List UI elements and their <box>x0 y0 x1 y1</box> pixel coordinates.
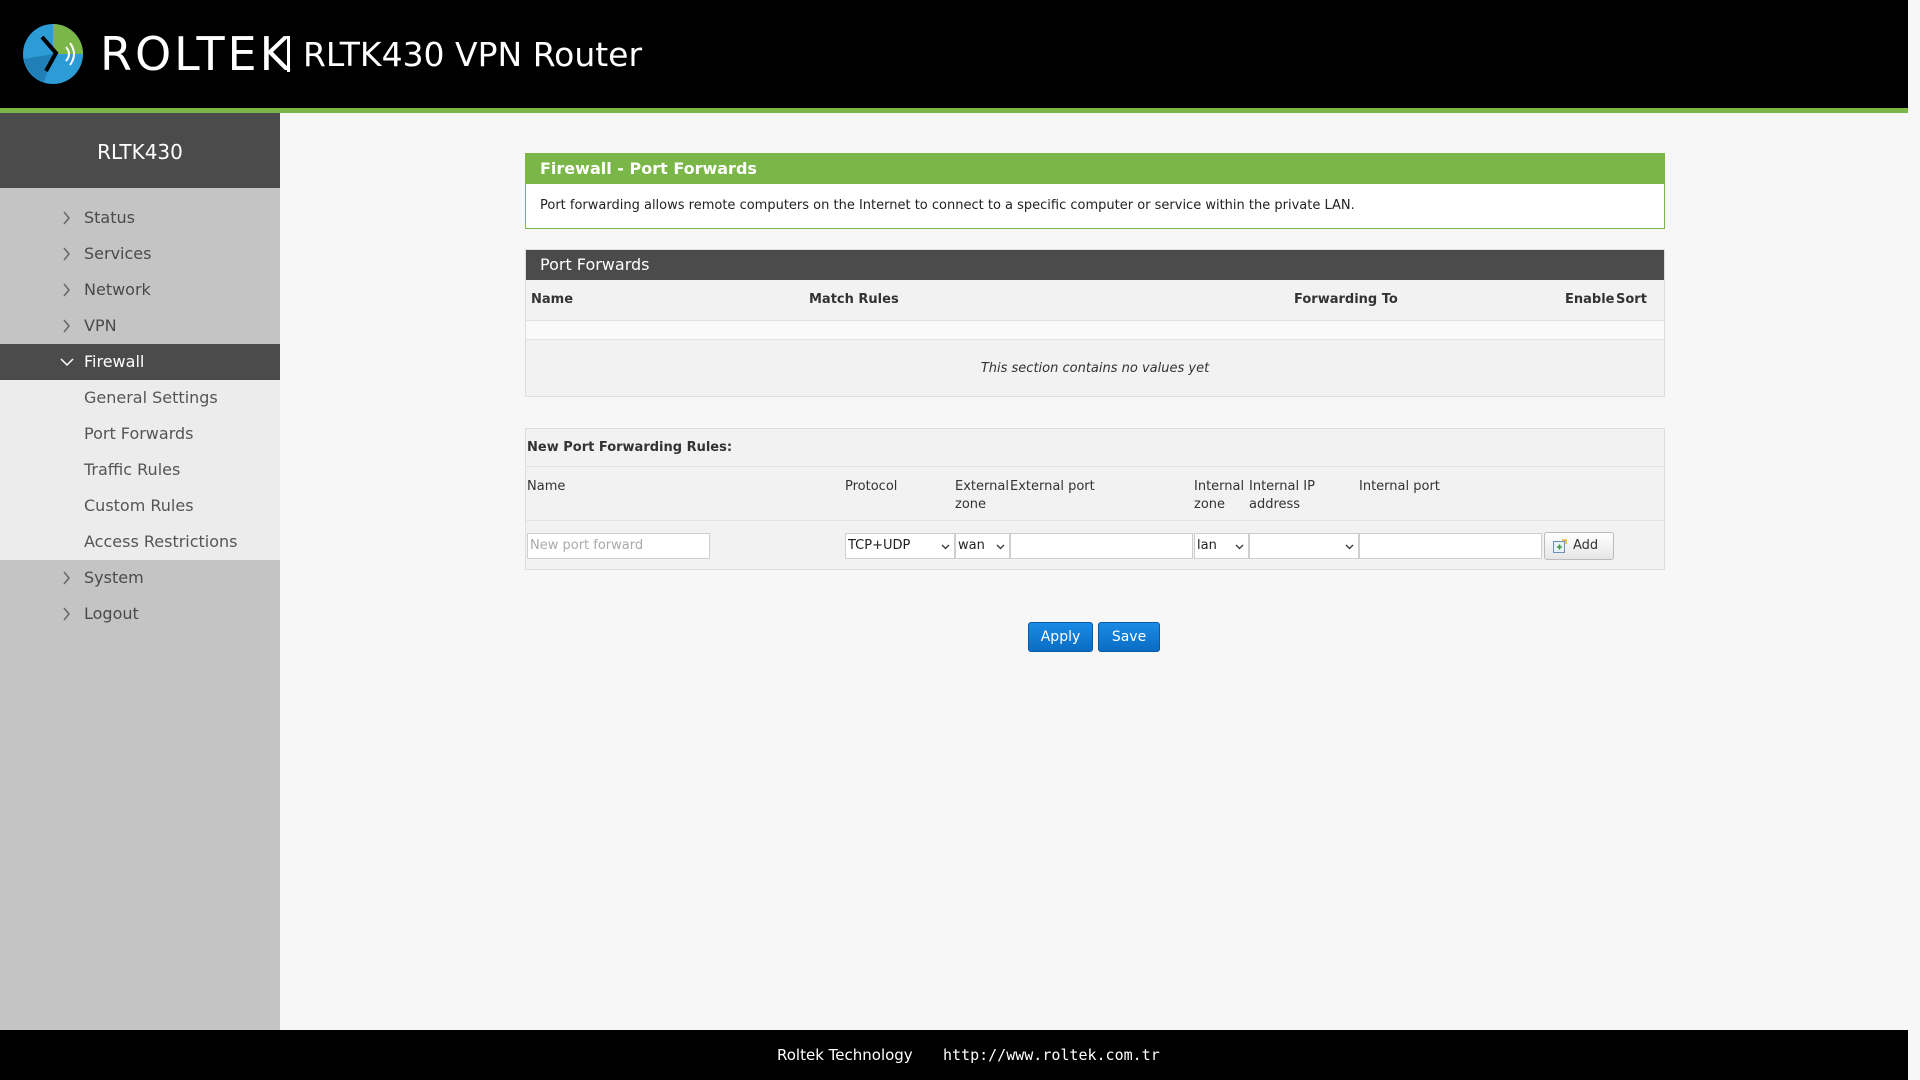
new-col-internal-port: Internal port <box>1359 479 1440 494</box>
protocol-select[interactable]: TCP+UDP <box>845 533 955 559</box>
protocol-value: TCP+UDP <box>848 538 911 553</box>
add-rule-button[interactable]: Add <box>1544 532 1614 560</box>
rule-name-input[interactable]: New port forward <box>527 533 710 559</box>
sidebar-item-system[interactable]: System <box>0 560 280 596</box>
sidebar-item-network[interactable]: Network <box>0 272 280 308</box>
sidebar-item-label: System <box>84 568 144 587</box>
new-rule-title: New Port Forwarding Rules: <box>526 429 1664 467</box>
save-button[interactable]: Save <box>1098 622 1160 652</box>
chevron-down-icon <box>941 544 950 550</box>
table-header-row: Name Match Rules Forwarding To Enable So… <box>526 280 1664 320</box>
table-row <box>526 320 1664 340</box>
sidebar-subitem-custom-rules[interactable]: Custom Rules <box>0 488 280 524</box>
sidebar-item-firewall[interactable]: Firewall <box>0 344 280 380</box>
sidebar-item-label: Status <box>84 208 135 227</box>
empty-table-message: This section contains no values yet <box>980 361 1210 376</box>
chevron-right-icon <box>63 283 70 297</box>
column-header-sort: Sort <box>1616 292 1647 307</box>
add-button-label: Add <box>1573 538 1599 553</box>
chevron-right-icon <box>63 607 70 621</box>
add-document-icon <box>1553 539 1567 553</box>
sidebar-item-logout[interactable]: Logout <box>0 596 280 632</box>
table-title: Port Forwards <box>526 250 1664 280</box>
new-col-internal-ip: Internal IP address <box>1249 479 1315 512</box>
chevron-down-icon <box>1235 544 1244 550</box>
sidebar-item-services[interactable]: Services <box>0 236 280 272</box>
external-zone-select[interactable]: wan <box>955 533 1010 559</box>
brand-separator <box>287 36 290 72</box>
sidebar-item-label: Logout <box>84 604 139 623</box>
chevron-right-icon <box>63 247 70 261</box>
external-port-input[interactable] <box>1010 533 1193 559</box>
chevron-right-icon <box>63 211 70 225</box>
chevron-down-icon <box>1345 544 1354 550</box>
sidebar-title: RLTK430 <box>0 113 280 188</box>
sidebar-item-vpn[interactable]: VPN <box>0 308 280 344</box>
footer: Roltek Technology http://www.roltek.com.… <box>0 1030 1908 1080</box>
internal-ip-select[interactable] <box>1249 533 1359 559</box>
chevron-right-icon <box>63 319 70 333</box>
sidebar: RLTK430 Status Services Network VPN Fire… <box>0 113 280 1030</box>
sidebar-item-label: Network <box>84 280 151 299</box>
new-rule-input-row: New port forward TCP+UDP wan lan Add <box>526 521 1664 569</box>
chevron-right-icon <box>63 571 70 585</box>
chevron-down-icon <box>996 544 1005 550</box>
sidebar-subitem-general-settings[interactable]: General Settings <box>0 380 280 416</box>
new-col-internal-zone: Internal zone <box>1194 479 1245 512</box>
top-header: ROLTEK RLTK430 VPN Router <box>0 0 1908 108</box>
new-rule-header-row: Name Protocol External zone External por… <box>526 467 1664 521</box>
column-header-match-rules: Match Rules <box>809 292 899 307</box>
column-header-forwarding-to: Forwarding To <box>1294 292 1398 307</box>
column-header-enable: Enable <box>1565 292 1615 307</box>
sidebar-item-status[interactable]: Status <box>0 200 280 236</box>
port-forwards-table: Port Forwards Name Match Rules Forwardin… <box>525 249 1665 397</box>
sidebar-item-label: Firewall <box>84 352 145 371</box>
roltek-logo-icon <box>23 24 83 84</box>
page-title: Firewall - Port Forwards <box>526 154 1664 184</box>
section-info-box: Firewall - Port Forwards Port forwarding… <box>525 153 1665 229</box>
footer-link[interactable]: http://www.roltek.com.tr <box>943 1030 1160 1080</box>
sidebar-item-label: VPN <box>84 316 117 335</box>
product-title: RLTK430 VPN Router <box>303 35 643 74</box>
new-col-external-port: External port <box>1010 479 1095 494</box>
main-content: Firewall - Port Forwards Port forwarding… <box>280 113 1908 1030</box>
internal-port-input[interactable] <box>1359 533 1542 559</box>
footer-company: Roltek Technology <box>777 1046 913 1064</box>
sidebar-subitem-traffic-rules[interactable]: Traffic Rules <box>0 452 280 488</box>
new-rule-form: New Port Forwarding Rules: Name Protocol… <box>525 428 1665 570</box>
page-description: Port forwarding allows remote computers … <box>540 198 1355 213</box>
sidebar-menu: Status Services Network VPN Firewall Gen… <box>0 188 280 632</box>
external-zone-value: wan <box>958 538 985 553</box>
new-col-name: Name <box>527 479 566 494</box>
sidebar-subitem-port-forwards[interactable]: Port Forwards <box>0 416 280 452</box>
column-header-name: Name <box>531 292 574 307</box>
firewall-submenu: General Settings Port Forwards Traffic R… <box>0 380 280 560</box>
new-col-protocol: Protocol <box>845 479 898 494</box>
sidebar-item-label: Services <box>84 244 152 263</box>
new-col-external-zone: External zone <box>955 479 1009 512</box>
chevron-down-icon <box>60 358 74 367</box>
internal-zone-select[interactable]: lan <box>1194 533 1249 559</box>
sidebar-subitem-access-restrictions[interactable]: Access Restrictions <box>0 524 280 560</box>
internal-zone-value: lan <box>1197 538 1217 553</box>
brand-name: ROLTEK <box>100 27 293 81</box>
apply-button[interactable]: Apply <box>1028 622 1093 652</box>
